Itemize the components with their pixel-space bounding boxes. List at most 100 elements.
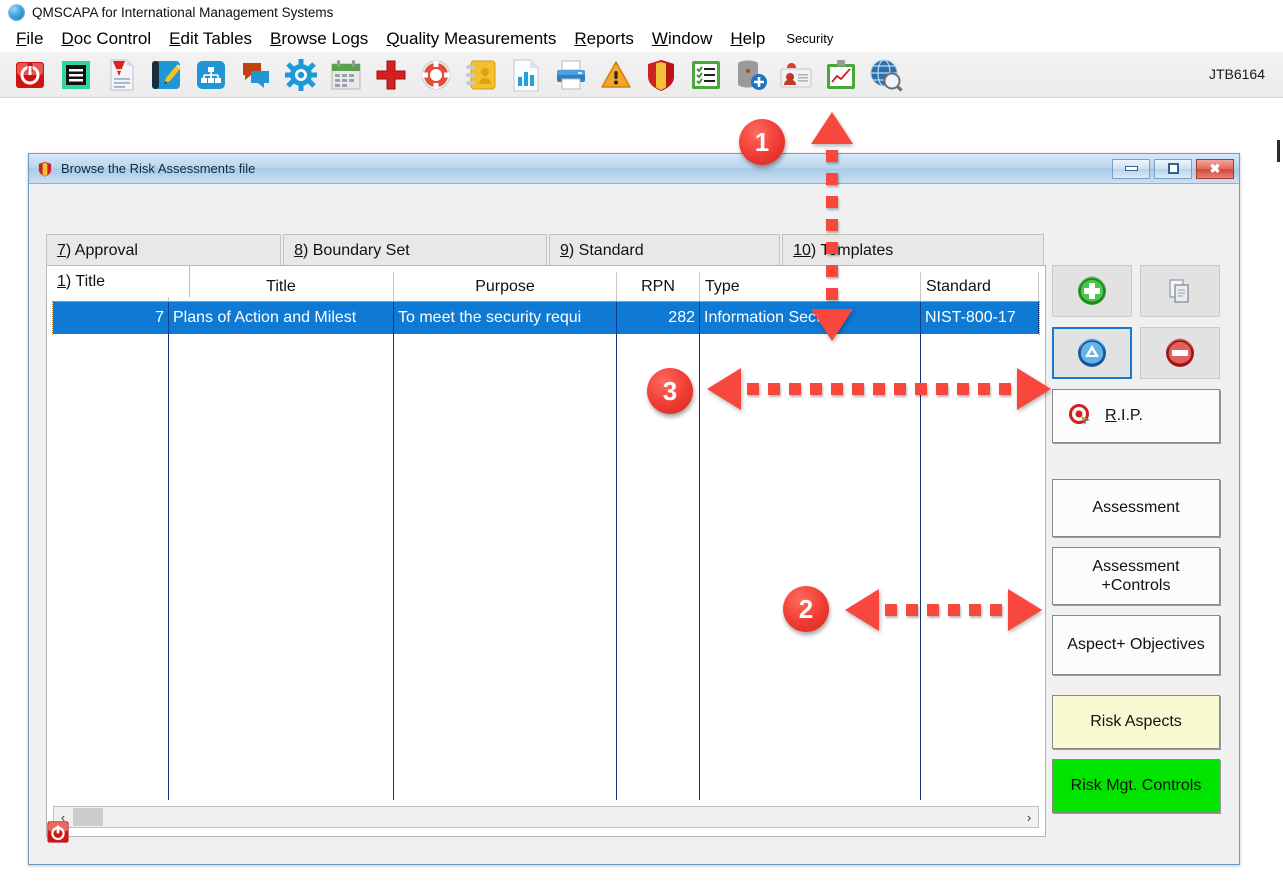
menu-item-browse-logs[interactable]: Browse Logs — [261, 29, 377, 49]
shield-security-icon — [37, 160, 53, 178]
column-header-title[interactable]: Title — [169, 272, 394, 301]
tab-accel-templates: 10 — [793, 242, 811, 260]
exit-window-button[interactable] — [46, 820, 70, 844]
warning-triangle-icon[interactable] — [599, 58, 633, 92]
database-add-icon[interactable] — [734, 58, 768, 92]
shield-security-icon[interactable] — [644, 58, 678, 92]
grid-horizontal-scrollbar[interactable]: ‹ › — [53, 806, 1039, 828]
checklist-green-icon[interactable] — [689, 58, 723, 92]
column-header-rpn[interactable]: RPN — [617, 272, 700, 301]
tab-approval[interactable]: 7) Approval — [46, 234, 281, 266]
menu-label-doc-control: oc Control — [74, 29, 151, 48]
menu-item-doc-control[interactable]: Doc Control — [52, 29, 160, 49]
risk-aspects-button[interactable]: Risk Aspects — [1052, 695, 1220, 749]
org-chart-icon[interactable] — [194, 58, 228, 92]
delete-record-button[interactable] — [1140, 327, 1220, 379]
menu-item-help[interactable]: Help — [721, 29, 774, 49]
mouse-cursor — [1277, 140, 1280, 162]
acrobat-pdf-icon[interactable] — [104, 58, 138, 92]
menu-item-reports[interactable]: Reports — [565, 29, 643, 49]
rip-label: R.I.P. — [1105, 406, 1143, 425]
app-titlebar: QMSCAPA for International Management Sys… — [0, 0, 1283, 25]
grid-divider — [616, 334, 617, 800]
menu-item-file[interactable]: File — [7, 29, 52, 49]
menu-accel-file: F — [16, 29, 26, 48]
address-book-icon[interactable] — [464, 58, 498, 92]
grid-empty-area[interactable] — [53, 334, 1039, 800]
tab-templates[interactable]: 10) Templates — [782, 234, 1044, 266]
copy-record-button[interactable] — [1140, 265, 1220, 317]
grid-divider — [168, 334, 169, 800]
menu-label-quality: uality Measurements — [400, 29, 557, 48]
tab-row-top: 7) Approval 8) Boundary Set 9) Standard … — [46, 234, 1046, 266]
assessment-controls-line2: +Controls — [1102, 577, 1171, 594]
tab-boundary-set[interactable]: 8) Boundary Set — [283, 234, 547, 266]
menu-item-quality-measurements[interactable]: Quality Measurements — [377, 29, 565, 49]
globe-search-icon[interactable] — [869, 58, 903, 92]
table-row[interactable]: 7 Plans of Action and Milest To meet the… — [53, 302, 1039, 334]
app-title: QMSCAPA for International Management Sys… — [32, 5, 333, 20]
column-header-purpose[interactable]: Purpose — [394, 272, 617, 301]
child-window-title: Browse the Risk Assessments file — [61, 161, 255, 176]
minimize-button[interactable] — [1112, 159, 1150, 179]
bar-chart-report-icon[interactable] — [509, 58, 543, 92]
scrollbar-thumb[interactable] — [73, 808, 103, 826]
chat-bubbles-icon[interactable] — [239, 58, 273, 92]
assessment-button[interactable]: Assessment — [1052, 479, 1220, 537]
trend-clipboard-icon[interactable] — [824, 58, 858, 92]
assessment-controls-line1: Assessment — [1092, 558, 1179, 575]
red-minus-circle-icon — [1164, 337, 1196, 369]
maximize-button[interactable] — [1154, 159, 1192, 179]
document-list-icon[interactable] — [59, 58, 93, 92]
tab-standard[interactable]: 9) Standard — [549, 234, 780, 266]
tab-accel-approval: 7 — [57, 242, 66, 260]
close-button[interactable]: ✖ — [1196, 159, 1234, 179]
lifebuoy-support-icon[interactable] — [419, 58, 453, 92]
rip-button[interactable]: R.I.P. — [1052, 389, 1220, 443]
scroll-right-arrow-icon[interactable]: › — [1020, 807, 1038, 827]
menu-label-help: elp — [743, 29, 766, 48]
menu-item-security[interactable]: Security — [774, 31, 842, 46]
target-cursor-icon — [1069, 404, 1093, 428]
cell-rpn: 282 — [617, 302, 700, 334]
menu-item-window[interactable]: Window — [643, 29, 721, 49]
annotation-badge-2: 2 — [783, 586, 829, 632]
power-exit-icon[interactable] — [14, 58, 48, 92]
minimize-icon — [1125, 166, 1138, 171]
cell-standard: NIST-800-17 — [921, 302, 1039, 334]
menu-accel-help: H — [730, 29, 742, 48]
menu-item-edit-tables[interactable]: Edit Tables — [160, 29, 261, 49]
gear-settings-icon[interactable] — [284, 58, 318, 92]
red-cross-add-icon[interactable] — [374, 58, 408, 92]
risk-mgt-controls-button[interactable]: Risk Mgt. Controls — [1052, 759, 1220, 813]
annotation-badge-1: 1 — [739, 119, 785, 165]
printer-icon[interactable] — [554, 58, 588, 92]
menu-label-reports: eports — [587, 29, 634, 48]
grid-divider — [699, 334, 700, 800]
assessment-controls-button[interactable]: Assessment +Controls — [1052, 547, 1220, 605]
calendar-icon[interactable] — [329, 58, 363, 92]
tab-label-title: ) Title — [66, 273, 105, 291]
tab-label-approval: ) Approval — [66, 242, 138, 260]
aspect-objectives-button[interactable]: Aspect+ Objectives — [1052, 615, 1220, 675]
edit-record-button[interactable] — [1052, 327, 1132, 379]
menu-accel-window: W — [652, 29, 668, 48]
cell-ra-id: 7 — [53, 302, 169, 334]
notebook-pencil-icon[interactable] — [149, 58, 183, 92]
menu-label-file: ile — [26, 29, 43, 48]
globe-blue-icon — [8, 4, 25, 21]
tab-title[interactable]: 1) Title — [46, 265, 190, 297]
column-header-standard[interactable]: Standard — [921, 272, 1039, 301]
menu-accel-quality: Q — [386, 29, 399, 48]
tab-label-boundary: ) Boundary Set — [303, 242, 410, 260]
grid-inner: RA Id# Title Purpose RPN Type Standard 7… — [53, 272, 1039, 802]
add-record-button[interactable] — [1052, 265, 1132, 317]
grid-header-row: RA Id# Title Purpose RPN Type Standard — [53, 272, 1039, 302]
contact-card-icon[interactable] — [779, 58, 813, 92]
menubar: File Doc Control Edit Tables Browse Logs… — [0, 25, 1283, 52]
tab-accel-standard: 9 — [560, 242, 569, 260]
column-header-type[interactable]: Type — [700, 272, 921, 301]
toolbar: JTB6164 — [0, 52, 1283, 98]
child-window-titlebar[interactable]: Browse the Risk Assessments file ✖ — [29, 154, 1239, 184]
power-red-icon — [46, 820, 70, 844]
